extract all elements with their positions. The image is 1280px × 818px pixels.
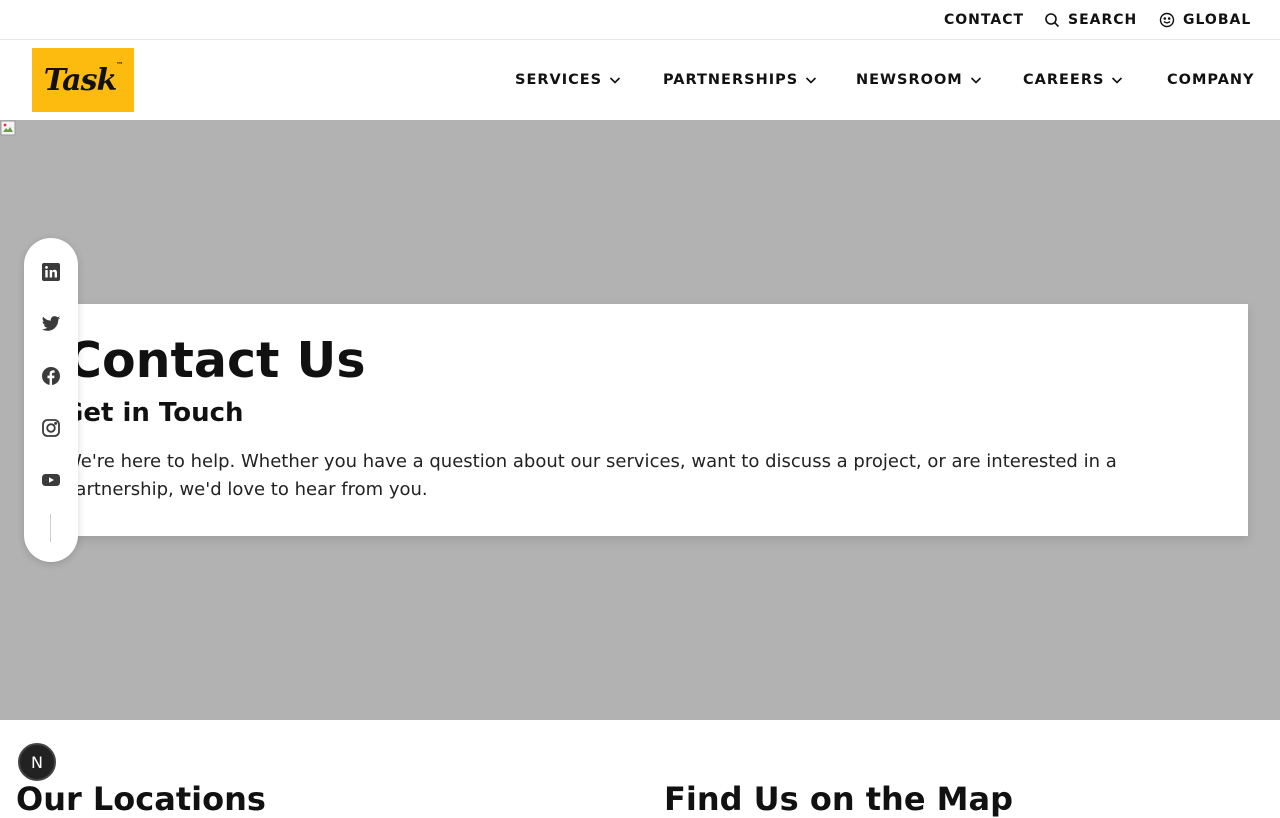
nav-careers-label: CAREERS (1023, 72, 1105, 88)
chevron-down-icon (1112, 77, 1123, 84)
nav-services-label: SERVICES (515, 72, 603, 88)
utility-bar: CONTACT SEARCH GLOBAL (0, 0, 1280, 40)
twitter-icon[interactable] (41, 314, 61, 334)
chevron-down-icon (970, 77, 981, 84)
chevron-down-icon (806, 77, 817, 84)
search-icon (1045, 13, 1060, 28)
linkedin-icon[interactable] (41, 262, 61, 282)
instagram-icon[interactable] (41, 418, 61, 438)
utility-search-button[interactable]: SEARCH (1044, 11, 1137, 29)
page-subtitle: Get in Touch (62, 398, 244, 428)
facebook-icon[interactable] (41, 366, 61, 386)
logo-wordmark: Task (43, 62, 118, 98)
utility-contact-link[interactable]: CONTACT (944, 11, 1024, 29)
nav-partnerships[interactable]: PARTNERSHIPS (663, 71, 818, 89)
nav-company[interactable]: COMPANY (1167, 71, 1255, 89)
broken-image-icon (0, 120, 16, 136)
utility-global-button[interactable]: GLOBAL (1159, 11, 1251, 29)
logo[interactable]: Task™ (32, 48, 134, 112)
nav-services[interactable]: SERVICES (515, 71, 622, 89)
page-title: Contact Us (66, 332, 366, 389)
main-nav: Task™ SERVICES PARTNERSHIPS NEWSROOM CAR… (0, 40, 1280, 120)
nav-newsroom-label: NEWSROOM (856, 72, 963, 88)
n-badge-letter: N (31, 752, 43, 772)
nav-company-label: COMPANY (1167, 72, 1255, 88)
nav-partnerships-label: PARTNERSHIPS (663, 72, 799, 88)
utility-contact-label: CONTACT (944, 12, 1025, 28)
youtube-icon[interactable] (41, 470, 61, 490)
nav-careers[interactable]: CAREERS (1023, 71, 1124, 89)
chevron-down-icon (610, 77, 621, 84)
smiley-icon (1159, 12, 1175, 28)
n-badge-button[interactable]: N (18, 743, 56, 781)
hero-section: Contact Us Get in Touch We're here to he… (0, 120, 1280, 720)
utility-search-label: SEARCH (1068, 12, 1138, 28)
intro-paragraph: We're here to help. Whether you have a q… (64, 451, 1117, 500)
logo-text: Task™ (43, 59, 124, 98)
social-rail-divider (50, 514, 51, 542)
utility-global-label: GLOBAL (1183, 12, 1252, 28)
locations-heading: Our Locations (16, 780, 266, 818)
social-share-rail (24, 238, 78, 562)
nav-newsroom[interactable]: NEWSROOM (856, 71, 983, 89)
contact-card: Contact Us Get in Touch We're here to he… (48, 304, 1248, 536)
map-heading: Find Us on the Map (664, 780, 1013, 818)
logo-trademark: ™ (116, 59, 123, 69)
